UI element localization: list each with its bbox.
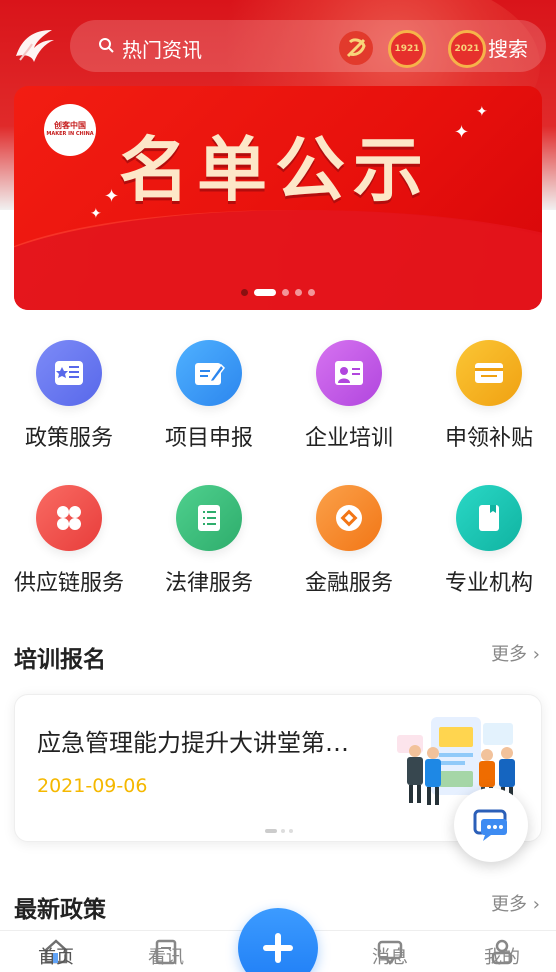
subsidy-icon: [456, 340, 522, 406]
plus-icon: [263, 933, 293, 963]
anniversary-badge-1921: 1921: [388, 30, 426, 68]
grid-item-training[interactable]: 企业培训: [279, 340, 419, 452]
banner-logo-text: 创客中国: [54, 121, 86, 130]
tab-label: 我的: [484, 947, 520, 968]
grid-item-institution[interactable]: 专业机构: [419, 485, 556, 597]
institution-icon: [456, 485, 522, 551]
finance-icon: [316, 485, 382, 551]
sparkle-icon: ✦: [90, 206, 102, 222]
add-button[interactable]: [238, 908, 318, 972]
grid-label: 项目申报: [164, 426, 253, 451]
supply-chain-icon: [36, 485, 102, 551]
training-card-date: 2021-09-06: [37, 775, 148, 797]
legal-icon: [176, 485, 242, 551]
sparkle-icon: ✦: [454, 122, 470, 143]
tab-label: 看讯: [148, 947, 184, 968]
carousel-dot[interactable]: [241, 289, 248, 296]
search-input[interactable]: 热门资讯: [122, 34, 202, 63]
grid-label: 供应链服务: [13, 571, 124, 596]
card-carousel-indicator: [265, 829, 293, 833]
grid-item-project[interactable]: 项目申报: [139, 340, 279, 452]
policy-more-link[interactable]: 更多 ›: [491, 890, 540, 916]
sparkle-icon: ✦: [476, 104, 488, 120]
banner-logo-subtext: MAKER IN CHINA: [46, 131, 94, 137]
tab-news[interactable]: 看讯: [126, 939, 206, 969]
training-section-title: 培训报名: [14, 647, 106, 673]
app-home-screen: 热门资讯 搜索 1921 2021 创客中国 MAKER IN CHINA ✦ …: [0, 0, 556, 972]
carousel-dot[interactable]: [295, 289, 302, 296]
grid-label: 法律服务: [164, 571, 253, 596]
tab-home[interactable]: 首页: [16, 939, 96, 969]
chevron-right-icon: ›: [532, 644, 540, 665]
search-button[interactable]: 搜索: [488, 33, 528, 62]
policy-section-title: 最新政策: [14, 897, 106, 923]
tab-label: 消息: [372, 947, 408, 968]
grid-item-subsidy[interactable]: 申领补贴: [419, 340, 556, 452]
grid-label: 政策服务: [24, 426, 113, 451]
grid-label: 申领补贴: [444, 426, 533, 451]
carousel-dot[interactable]: [282, 289, 289, 296]
banner-carousel[interactable]: 创客中国 MAKER IN CHINA ✦ ✦ ✦ ✦ 名单公示: [14, 86, 542, 310]
app-logo-icon[interactable]: [12, 26, 56, 66]
training-card-title: 应急管理能力提升大讲堂第…: [37, 729, 349, 757]
carousel-indicator: [14, 289, 542, 296]
chat-button[interactable]: [454, 788, 528, 862]
grid-label: 专业机构: [444, 571, 533, 596]
party-emblem-icon: [339, 31, 373, 65]
grid-label: 企业培训: [304, 426, 393, 451]
banner-logo: 创客中国 MAKER IN CHINA: [44, 104, 96, 156]
grid-item-legal[interactable]: 法律服务: [139, 485, 279, 597]
search-icon: [99, 38, 114, 53]
training-icon: [316, 340, 382, 406]
grid-item-finance[interactable]: 金融服务: [279, 485, 419, 597]
carousel-dot-active[interactable]: [254, 289, 276, 296]
anniversary-badge-2021: 2021: [448, 30, 486, 68]
chevron-right-icon: ›: [532, 894, 540, 915]
carousel-dot[interactable]: [308, 289, 315, 296]
grid-item-policy[interactable]: 政策服务: [0, 340, 139, 452]
grid-label: 金融服务: [304, 571, 393, 596]
grid-item-supply-chain[interactable]: 供应链服务: [0, 485, 139, 597]
banner-title: 名单公示: [119, 129, 431, 211]
more-label: 更多: [491, 894, 528, 915]
project-icon: [176, 340, 242, 406]
tab-profile[interactable]: 我的: [462, 939, 542, 969]
sparkle-icon: ✦: [104, 186, 120, 207]
chat-icon: [473, 809, 507, 841]
tab-label: 首页: [38, 947, 74, 968]
policy-icon: [36, 340, 102, 406]
training-more-link[interactable]: 更多 ›: [491, 640, 540, 666]
more-label: 更多: [491, 644, 528, 665]
tab-messages[interactable]: 消息: [350, 940, 430, 969]
